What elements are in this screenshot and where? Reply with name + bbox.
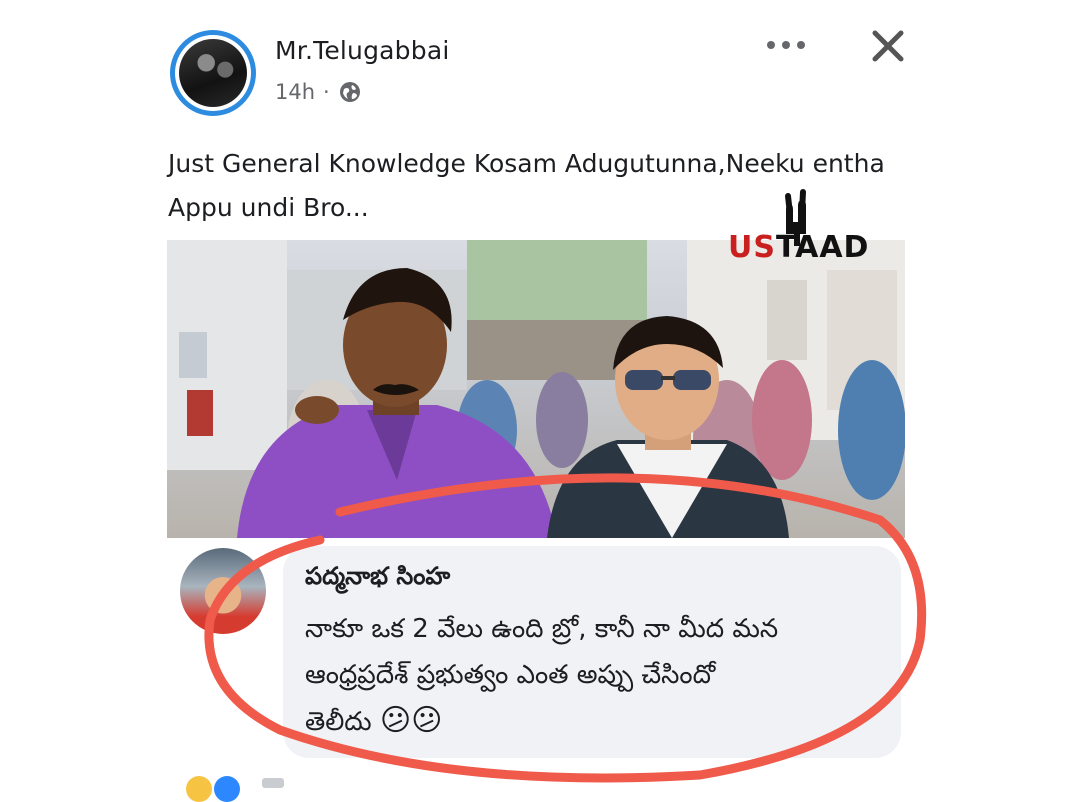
close-icon[interactable] [870,28,906,64]
more-icon[interactable] [764,36,808,54]
comment-line-1: నాకూ ఒక 2 వేలు ఉంది బ్రో, కానీ నా మీద మన [305,614,779,644]
post-time[interactable]: 14h [275,80,315,104]
ustaad-logo-text: USTAAD [728,230,868,265]
commenter-name[interactable]: పద్మనాభ సింహ [305,562,450,596]
comment-text: నాకూ ఒక 2 వేలు ఉంది బ్రో, కానీ నా మీద మన… [305,606,875,745]
author-name[interactable]: Mr.Telugabbai [275,36,450,65]
ustaad-logo: USTAAD [728,186,868,270]
comment-line-3-text: తెలీదు [305,707,372,737]
meta-separator: · [323,80,330,104]
comment-line-3: తెలీదు 😕😕 [305,698,875,745]
logo-text-us: US [728,230,776,265]
confused-face-emoji: 😕😕 [379,703,443,738]
post-meta: 14h · [275,80,362,104]
reaction-icons[interactable] [186,776,240,802]
comment-line-2: ఆంధ్రప్రదేశ్ ప్రభుత్వం ఎంత అప్పు చేసిందో [305,660,716,690]
author-avatar[interactable] [170,30,256,116]
commenter-avatar[interactable] [180,548,266,634]
logo-text-taad: TAAD [775,230,870,265]
facebook-post: Mr.Telugabbai 14h · Just General Knowled… [0,0,1080,802]
globe-icon [339,82,360,102]
haha-reaction-icon [186,776,212,802]
like-reaction-icon [214,776,240,802]
meme-scene [167,240,905,538]
reaction-count[interactable] [262,778,284,788]
meme-image[interactable] [167,240,905,538]
